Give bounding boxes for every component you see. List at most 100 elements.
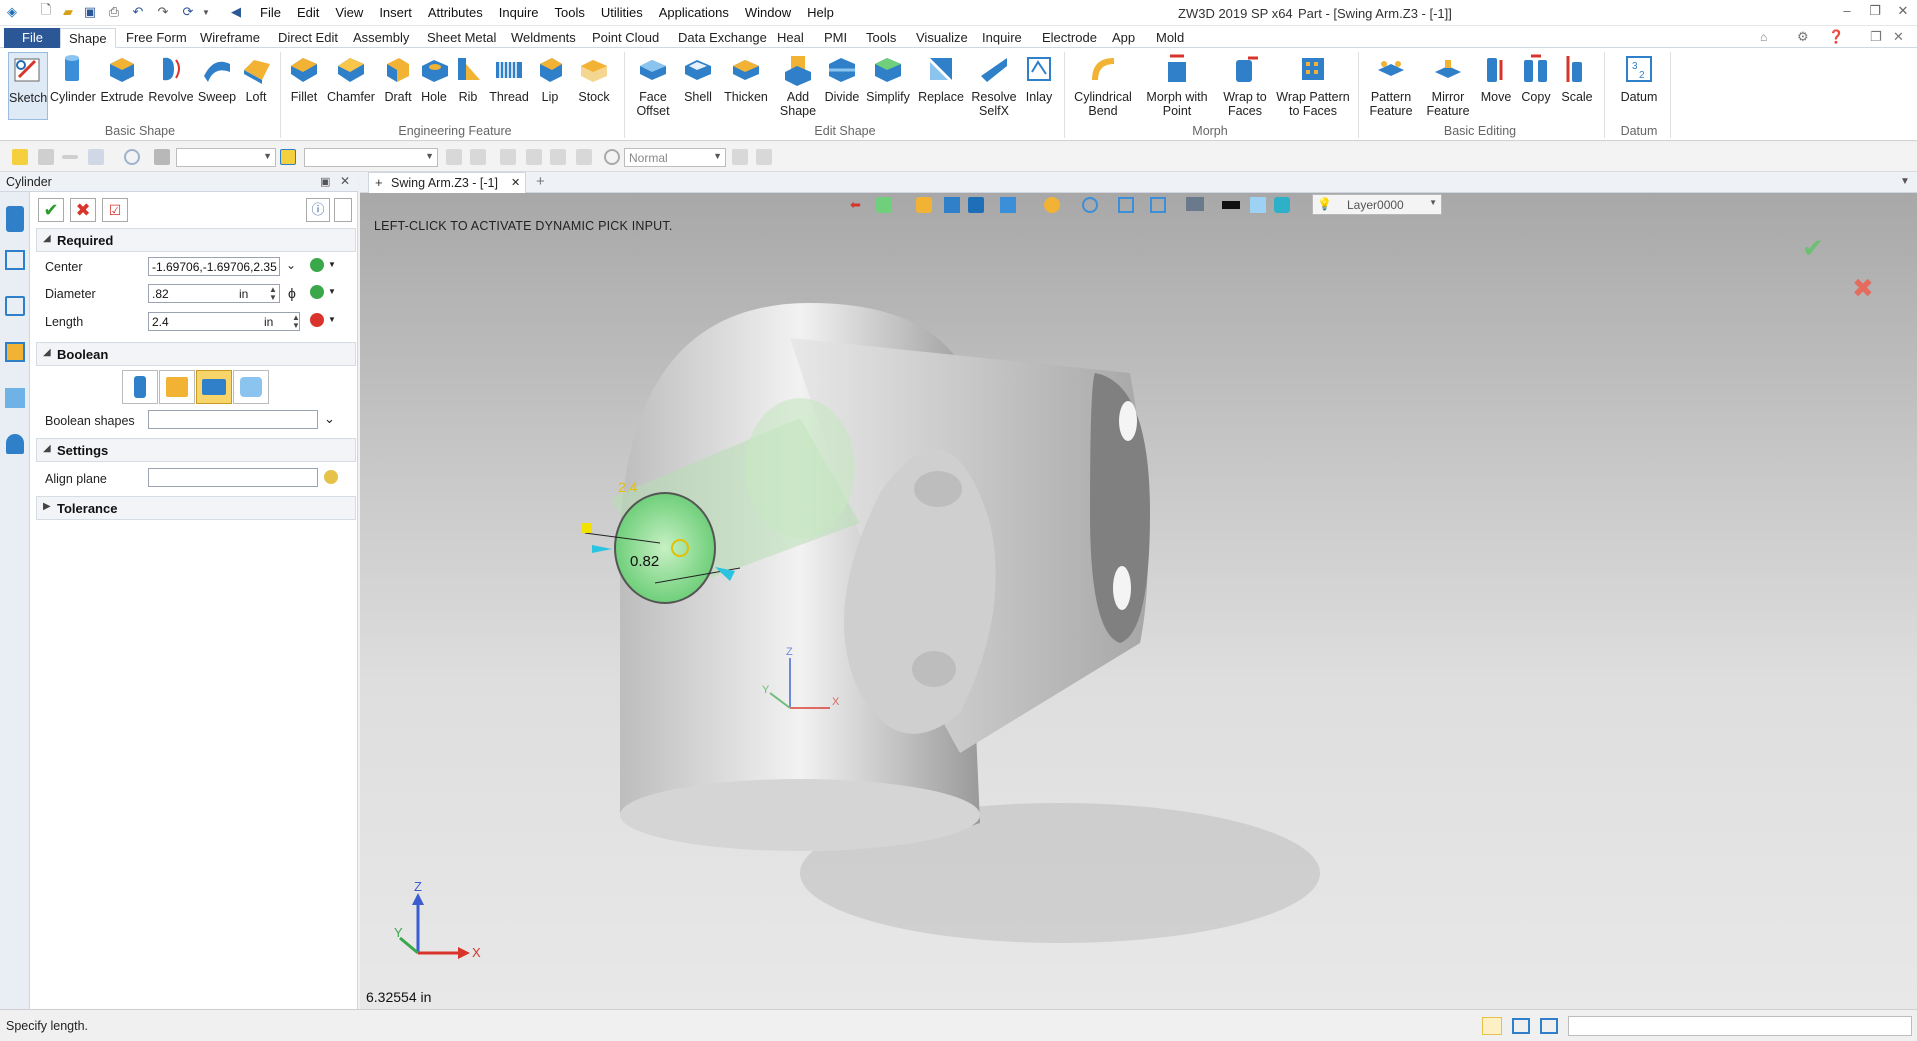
diameter-spinner[interactable]: ▲ ▼ (269, 286, 277, 302)
hole-button[interactable]: Hole (418, 52, 450, 104)
pattern-feature-button[interactable]: Pattern Feature (1366, 52, 1416, 118)
face-offset-button[interactable]: Face Offset (630, 52, 676, 118)
scale-button[interactable]: Scale (1558, 52, 1596, 104)
collapse-ribbon-icon[interactable]: ⌂ (1760, 30, 1767, 44)
assembly-tree-icon[interactable] (5, 296, 25, 316)
new-file-icon[interactable]: 🗋 (38, 2, 54, 20)
tab-app[interactable]: App (1104, 28, 1143, 48)
copy-button[interactable]: Copy (1516, 52, 1556, 104)
center-input[interactable]: -1.69706,-1.69706,2.35 (148, 257, 280, 276)
menu-attributes[interactable]: Attributes (420, 3, 491, 22)
tab-pmi[interactable]: PMI (816, 28, 855, 48)
tab-heal[interactable]: Heal (769, 28, 812, 48)
draft-button[interactable]: Draft (380, 52, 416, 104)
menu-edit[interactable]: Edit (289, 3, 327, 22)
tab-data-exchange[interactable]: Data Exchange (670, 28, 775, 48)
snap-icon[interactable] (604, 149, 620, 165)
tab-assembly[interactable]: Assembly (345, 28, 417, 48)
cylinder-tool-icon[interactable] (6, 206, 24, 232)
cylinder-button[interactable]: Cylinder (50, 52, 96, 104)
length-input[interactable]: 2.4 (148, 312, 300, 331)
selection-combo[interactable]: ▼ (304, 148, 438, 167)
select-pointer-icon[interactable] (12, 149, 28, 165)
tab-weldments[interactable]: Weldments (503, 28, 584, 48)
minimize-icon[interactable]: – (1836, 3, 1858, 21)
toolbar-icon[interactable] (576, 149, 592, 165)
mirror-feature-button[interactable]: Mirror Feature (1422, 52, 1474, 118)
tab-inquire[interactable]: Inquire (974, 28, 1030, 48)
replace-button[interactable]: Replace (918, 52, 964, 104)
loft-button[interactable]: Loft (240, 52, 272, 104)
close-window-icon[interactable]: ✕ (1892, 3, 1914, 21)
diameter-input[interactable]: .82 (148, 284, 280, 303)
chevron-down-icon[interactable]: ▼ (328, 287, 336, 296)
section-tolerance[interactable]: ▶ Tolerance (36, 496, 356, 520)
simplify-button[interactable]: Simplify (864, 52, 912, 104)
cancel-button[interactable]: ✖ (70, 198, 96, 222)
tab-wireframe[interactable]: Wireframe (192, 28, 268, 48)
rib-button[interactable]: Rib (452, 52, 484, 104)
section-settings[interactable]: ◢ Settings (36, 438, 356, 462)
print-icon[interactable]: ⎙ (106, 4, 122, 20)
refresh-icon[interactable]: ⟳ (180, 4, 196, 20)
chevron-down-icon[interactable]: ▼ (198, 4, 214, 20)
thread-button[interactable]: Thread (486, 52, 532, 104)
arrow-handle[interactable] (592, 545, 612, 553)
shell-button[interactable]: Shell (680, 52, 716, 104)
save-icon[interactable]: ▣ (82, 4, 98, 20)
menu-utilities[interactable]: Utilities (593, 3, 651, 22)
align-plane-input[interactable] (148, 468, 318, 487)
menu-applications[interactable]: Applications (651, 3, 737, 22)
redo-icon[interactable]: ↷ (155, 4, 171, 20)
ok-button[interactable]: ✔ (38, 198, 64, 222)
pick-point-icon[interactable] (310, 258, 324, 272)
tab-tools[interactable]: Tools (858, 28, 904, 48)
menu-file[interactable]: File (252, 3, 289, 22)
pick-diameter-icon[interactable] (310, 285, 324, 299)
boolean-shapes-input[interactable] (148, 410, 318, 429)
datum-button[interactable]: 32 Datum (1614, 52, 1664, 104)
pick-plane-icon[interactable] (324, 470, 338, 484)
new-tab-icon[interactable]: + (536, 173, 545, 190)
toolbar-icon[interactable] (550, 149, 566, 165)
tab-file[interactable]: File (4, 28, 61, 48)
properties-icon[interactable] (5, 342, 25, 362)
tab-direct-edit[interactable]: Direct Edit (270, 28, 346, 48)
circle-icon[interactable] (124, 149, 140, 165)
image-icon[interactable] (5, 388, 25, 408)
tab-visualize[interactable]: Visualize (908, 28, 976, 48)
boolean-base-button[interactable] (122, 370, 158, 404)
toolbar-icon[interactable] (446, 149, 462, 165)
window-mode-icon[interactable] (1540, 1018, 1558, 1034)
pick-length-icon[interactable] (310, 313, 324, 327)
menu-view[interactable]: View (327, 3, 371, 22)
filter-icon[interactable] (38, 149, 54, 165)
tab-shape[interactable]: Shape (60, 28, 116, 48)
extrude-button[interactable]: Extrude (100, 52, 144, 104)
command-input[interactable] (1568, 1016, 1912, 1036)
lip-button[interactable]: Lip (534, 52, 566, 104)
mode-combo[interactable]: Normal ▼ (624, 148, 726, 167)
user-icon[interactable] (6, 434, 24, 454)
tab-electrode[interactable]: Electrode (1034, 28, 1105, 48)
info-icon[interactable]: ⓘ (306, 198, 330, 222)
history-tree-icon[interactable] (5, 250, 25, 270)
drag-handle[interactable] (582, 523, 592, 533)
restore-icon[interactable]: ❐ (1864, 3, 1886, 21)
display-mode-icon[interactable] (1512, 1018, 1530, 1034)
undo-icon[interactable]: ↶ (130, 4, 146, 20)
menu-insert[interactable]: Insert (371, 3, 420, 22)
revolve-button[interactable]: Revolve (148, 52, 194, 104)
filter-combo[interactable]: ▼ (176, 148, 276, 167)
chevron-down-icon[interactable]: ▼ (328, 260, 336, 269)
menu-help[interactable]: Help (799, 3, 842, 22)
tab-mold[interactable]: Mold (1148, 28, 1192, 48)
apply-button[interactable]: ☑ (102, 198, 128, 222)
section-boolean[interactable]: ◢ Boolean (36, 342, 356, 366)
boolean-intersect-button[interactable] (233, 370, 269, 404)
sketch-button[interactable]: Sketch (8, 52, 48, 120)
3d-viewport[interactable]: LEFT-CLICK TO ACTIVATE DYNAMIC PICK INPU… (360, 193, 1917, 1009)
line-icon[interactable] (62, 155, 78, 159)
pick-filter-icon[interactable] (154, 149, 170, 165)
chevron-down-icon[interactable]: ▼ (328, 315, 336, 324)
